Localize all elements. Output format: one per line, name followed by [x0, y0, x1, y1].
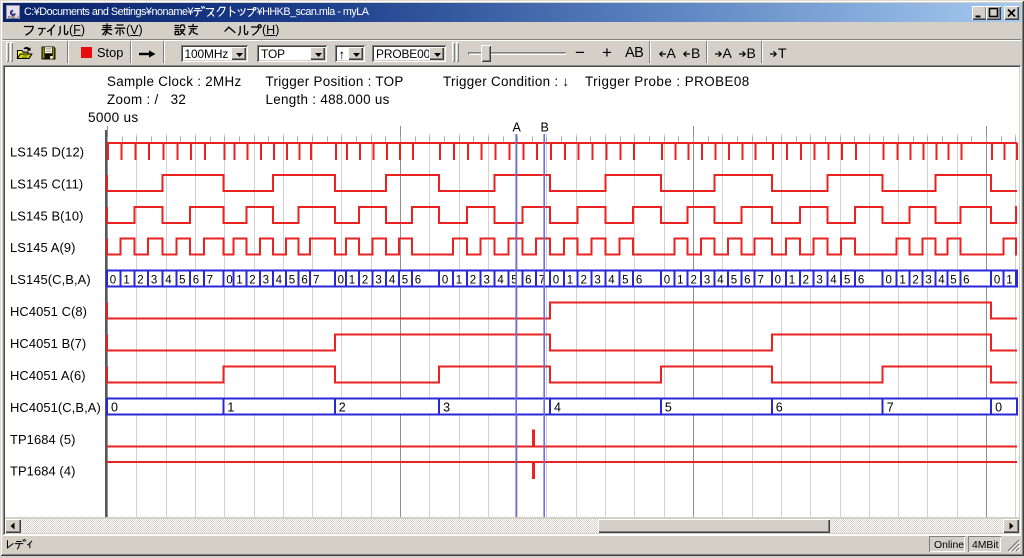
- svg-text:7: 7: [313, 274, 319, 286]
- svg-text:LS145 D(12): LS145 D(12): [10, 144, 84, 159]
- svg-text:HC4051(C,B,A): HC4051(C,B,A): [10, 400, 101, 415]
- svg-text:3: 3: [151, 274, 157, 286]
- svg-text:2: 2: [803, 274, 809, 286]
- svg-text:HC4051 A(6): HC4051 A(6): [10, 368, 86, 383]
- svg-text:1: 1: [677, 274, 683, 286]
- svg-text:5: 5: [289, 274, 295, 286]
- svg-text:A: A: [513, 121, 522, 135]
- svg-text:TP1684 (5): TP1684 (5): [10, 432, 76, 447]
- svg-text:5: 5: [731, 274, 737, 286]
- svg-text:2: 2: [362, 274, 368, 286]
- svg-text:4: 4: [608, 274, 615, 286]
- svg-text:4: 4: [276, 274, 283, 286]
- svg-text:3: 3: [375, 274, 381, 286]
- svg-text:2: 2: [912, 274, 918, 286]
- svg-text:1: 1: [789, 274, 795, 286]
- svg-text:3: 3: [816, 274, 822, 286]
- svg-text:3: 3: [925, 274, 931, 286]
- svg-text:6: 6: [415, 274, 421, 286]
- svg-text:5: 5: [622, 274, 628, 286]
- svg-text:0: 0: [664, 274, 670, 286]
- svg-text:3: 3: [263, 274, 269, 286]
- svg-text:LS145(C,B,A): LS145(C,B,A): [10, 272, 91, 287]
- svg-text:0: 0: [995, 400, 1002, 414]
- svg-text:LS145 B(10): LS145 B(10): [10, 208, 83, 223]
- svg-text:6: 6: [776, 400, 783, 414]
- svg-text:4: 4: [938, 274, 945, 286]
- svg-text:1: 1: [236, 274, 242, 286]
- svg-text:3: 3: [484, 274, 490, 286]
- svg-text:7: 7: [207, 274, 213, 286]
- svg-text:4: 4: [554, 400, 561, 414]
- svg-text:0: 0: [775, 274, 781, 286]
- svg-text:6: 6: [193, 274, 199, 286]
- svg-text:4: 4: [389, 274, 396, 286]
- svg-text:1: 1: [567, 274, 573, 286]
- svg-text:5: 5: [665, 400, 672, 414]
- svg-text:0: 0: [886, 274, 892, 286]
- svg-text:4: 4: [165, 274, 172, 286]
- svg-text:0: 0: [442, 274, 448, 286]
- svg-text:2: 2: [137, 274, 143, 286]
- svg-text:2: 2: [249, 274, 255, 286]
- svg-text:0: 0: [226, 274, 232, 286]
- svg-text:5: 5: [402, 274, 408, 286]
- svg-text:2: 2: [581, 274, 587, 286]
- svg-text:4: 4: [497, 274, 504, 286]
- svg-text:2: 2: [691, 274, 697, 286]
- svg-text:1: 1: [899, 274, 905, 286]
- svg-text:HC4051 B(7): HC4051 B(7): [10, 336, 86, 351]
- svg-text:3: 3: [594, 274, 600, 286]
- svg-text:3: 3: [704, 274, 710, 286]
- svg-text:LS145 A(9): LS145 A(9): [10, 240, 76, 255]
- svg-text:0: 0: [111, 400, 118, 414]
- svg-text:LS145 C(11): LS145 C(11): [10, 176, 83, 191]
- svg-text:1: 1: [349, 274, 355, 286]
- svg-text:1: 1: [456, 274, 462, 286]
- svg-text:B: B: [541, 121, 549, 135]
- svg-text:0: 0: [553, 274, 559, 286]
- svg-text:6: 6: [858, 274, 864, 286]
- svg-text:3: 3: [443, 400, 450, 414]
- svg-text:1: 1: [227, 400, 234, 414]
- svg-text:1: 1: [1006, 274, 1012, 286]
- svg-text:6: 6: [525, 274, 531, 286]
- svg-text:6: 6: [744, 274, 750, 286]
- svg-text:7: 7: [758, 274, 764, 286]
- svg-text:5: 5: [844, 274, 850, 286]
- svg-text:4: 4: [717, 274, 724, 286]
- svg-text:0: 0: [110, 274, 116, 286]
- svg-text:5: 5: [179, 274, 185, 286]
- svg-text:5: 5: [950, 274, 956, 286]
- svg-text:6: 6: [636, 274, 642, 286]
- svg-text:0: 0: [994, 274, 1000, 286]
- svg-text:0: 0: [338, 274, 344, 286]
- svg-text:2: 2: [339, 400, 346, 414]
- svg-text:TP1684 (4): TP1684 (4): [10, 464, 76, 479]
- svg-text:6: 6: [301, 274, 307, 286]
- svg-text:6: 6: [963, 274, 969, 286]
- svg-text:4: 4: [830, 274, 837, 286]
- svg-text:7: 7: [887, 400, 894, 414]
- svg-text:HC4051 C(8): HC4051 C(8): [10, 304, 87, 319]
- svg-text:1: 1: [123, 274, 129, 286]
- svg-text:2: 2: [470, 274, 476, 286]
